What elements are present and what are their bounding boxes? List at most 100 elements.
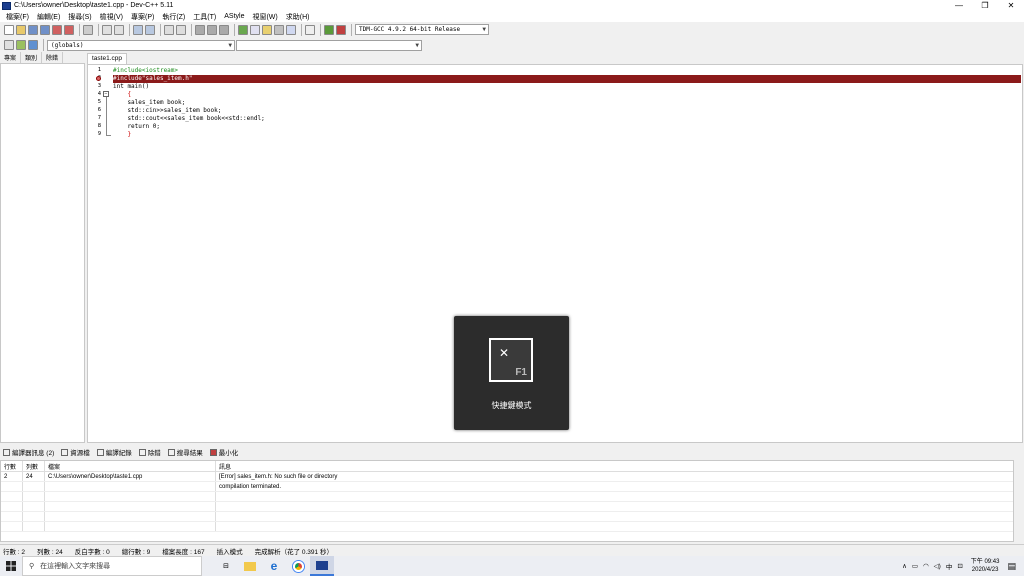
- find-icon[interactable]: [133, 24, 143, 35]
- edge-browser-icon[interactable]: e: [262, 556, 286, 576]
- code-line[interactable]: std::cin>>sales_item book;: [113, 107, 221, 115]
- cell-file: [45, 482, 216, 491]
- tab-project[interactable]: 專案: [0, 52, 22, 63]
- cell-line: 2: [1, 472, 23, 481]
- tab-search-results[interactable]: 搜尋結果: [167, 447, 203, 457]
- goto-bookmark-icon[interactable]: [28, 40, 38, 50]
- insert-icon[interactable]: [4, 40, 14, 50]
- undo-icon[interactable]: [102, 24, 112, 35]
- new-file-icon[interactable]: [4, 24, 14, 35]
- column-header-col[interactable]: 列數: [23, 461, 45, 471]
- network-icon[interactable]: ◠: [923, 562, 929, 570]
- compile-icon[interactable]: [238, 24, 248, 35]
- maximize-button[interactable]: ❐: [972, 0, 998, 11]
- syntax-check-icon[interactable]: [286, 24, 296, 35]
- ime-indicator[interactable]: 中: [946, 561, 953, 571]
- save-all-icon[interactable]: [40, 24, 50, 35]
- compile-run-icon[interactable]: [262, 24, 272, 35]
- toggle-comment-icon[interactable]: [219, 24, 229, 35]
- start-button[interactable]: [0, 556, 22, 576]
- toggle-bookmark-icon[interactable]: [16, 40, 26, 50]
- close-all-icon[interactable]: [64, 24, 74, 35]
- replace-icon[interactable]: [145, 24, 155, 35]
- taskbar-clock[interactable]: 下午 09:43 2020/4/23: [971, 558, 1000, 574]
- table-row[interactable]: compilation terminated.: [1, 482, 1013, 492]
- menu-project[interactable]: 專案(P): [127, 12, 158, 22]
- column-header-message[interactable]: 訊息: [216, 461, 1013, 471]
- profile-chart-icon[interactable]: [324, 24, 334, 35]
- toolbar-separator: [234, 23, 235, 36]
- redo-icon[interactable]: [114, 24, 124, 35]
- editor-tab[interactable]: taste1.cpp: [87, 53, 127, 64]
- volume-icon[interactable]: ◁): [934, 562, 941, 570]
- tab-debug[interactable]: 除錯: [42, 52, 64, 63]
- menu-tools[interactable]: 工具(T): [189, 12, 220, 22]
- tab-classes[interactable]: 類別: [21, 52, 43, 63]
- menu-file[interactable]: 檔案(F): [2, 12, 33, 22]
- toolbar-separator: [43, 39, 44, 51]
- code-line[interactable]: {: [113, 91, 131, 99]
- table-row[interactable]: 2 24 C:\Users\owner\Desktop\taste1.cpp […: [1, 472, 1013, 482]
- menu-bar: 檔案(F) 編輯(E) 搜尋(S) 檢視(V) 專案(P) 執行(Z) 工具(T…: [0, 11, 1024, 22]
- grid-icon: [3, 448, 10, 456]
- scope-select[interactable]: (globals) ▼: [47, 39, 235, 51]
- menu-window[interactable]: 視窗(W): [248, 12, 281, 22]
- chevron-up-icon[interactable]: ∧: [902, 562, 907, 570]
- indent-icon[interactable]: [195, 24, 205, 35]
- code-line[interactable]: #include"sales_item.h": [113, 75, 192, 83]
- tab-minimize[interactable]: 最小化: [209, 447, 238, 457]
- code-line[interactable]: std::cout<<sales_item book<<std::endl;: [113, 115, 264, 123]
- goto-line-icon[interactable]: [164, 24, 174, 35]
- file-explorer-icon[interactable]: [238, 556, 262, 576]
- task-view-icon[interactable]: ⊟: [214, 556, 238, 576]
- menu-help[interactable]: 求助(H): [282, 12, 314, 22]
- tab-compile-log[interactable]: 編譯紀錄: [96, 447, 132, 457]
- minimize-button[interactable]: —: [946, 0, 972, 11]
- function-select[interactable]: ▼: [236, 39, 422, 51]
- code-line[interactable]: }: [113, 131, 131, 139]
- compiler-select[interactable]: TDM-GCC 4.9.2 64-bit Release ▼: [355, 24, 489, 35]
- save-icon[interactable]: [28, 24, 38, 35]
- tab-compile-log-label: 編譯紀錄: [105, 450, 132, 457]
- cell-col: 24: [23, 472, 45, 481]
- unindent-icon[interactable]: [207, 24, 217, 35]
- scope-select-value: (globals): [51, 41, 84, 49]
- f1-key-icon: ✕ F1: [489, 338, 533, 382]
- project-panel[interactable]: [0, 63, 85, 443]
- bookmark-icon[interactable]: [176, 24, 186, 35]
- devcpp-taskbar-icon[interactable]: [310, 556, 334, 576]
- notification-icon[interactable]: ▤: [1007, 561, 1016, 572]
- system-tray: ∧ ▭ ◠ ◁) 中 ⊡ 下午 09:43 2020/4/23 ▤: [902, 556, 1024, 576]
- column-header-file[interactable]: 檔案: [45, 461, 216, 471]
- column-header-line[interactable]: 行數: [1, 461, 23, 471]
- menu-search[interactable]: 搜尋(S): [64, 12, 95, 22]
- menu-view[interactable]: 檢視(V): [96, 12, 127, 22]
- menu-astyle[interactable]: AStyle: [220, 13, 248, 20]
- debug-icon[interactable]: [336, 24, 346, 35]
- menu-edit[interactable]: 編輯(E): [33, 12, 64, 22]
- open-file-icon[interactable]: [16, 24, 26, 35]
- menu-execute[interactable]: 執行(Z): [158, 12, 189, 22]
- code-line[interactable]: #include<iostream>: [113, 67, 178, 75]
- rebuild-icon[interactable]: [274, 24, 284, 35]
- taskbar-search-input[interactable]: ⚲ 在這裡輸入文字來搜尋: [22, 556, 202, 576]
- fold-line-end: [105, 135, 111, 136]
- close-file-icon[interactable]: [52, 24, 62, 35]
- run-icon[interactable]: [250, 24, 260, 35]
- toolbar-separator: [129, 23, 130, 36]
- keyboard-icon[interactable]: ⊡: [957, 562, 962, 570]
- tab-debugger[interactable]: 除錯: [138, 447, 161, 457]
- search-icon: [167, 448, 175, 456]
- stop-execution-icon[interactable]: [305, 24, 315, 35]
- close-button[interactable]: ✕: [998, 0, 1024, 11]
- tab-compiler-messages-label: 編譯器訊息 (2): [12, 450, 55, 457]
- print-icon[interactable]: [83, 24, 93, 35]
- code-line[interactable]: sales_item book;: [113, 99, 185, 107]
- code-line[interactable]: int main(): [113, 83, 149, 91]
- battery-icon[interactable]: ▭: [912, 562, 918, 570]
- compiler-select-value: TDM-GCC 4.9.2 64-bit Release: [359, 26, 461, 33]
- tab-resources[interactable]: 資源檔: [61, 447, 90, 457]
- code-line[interactable]: return 0;: [113, 123, 160, 131]
- chrome-browser-icon[interactable]: [286, 556, 310, 576]
- tab-compiler-messages[interactable]: 編譯器訊息 (2): [3, 447, 54, 457]
